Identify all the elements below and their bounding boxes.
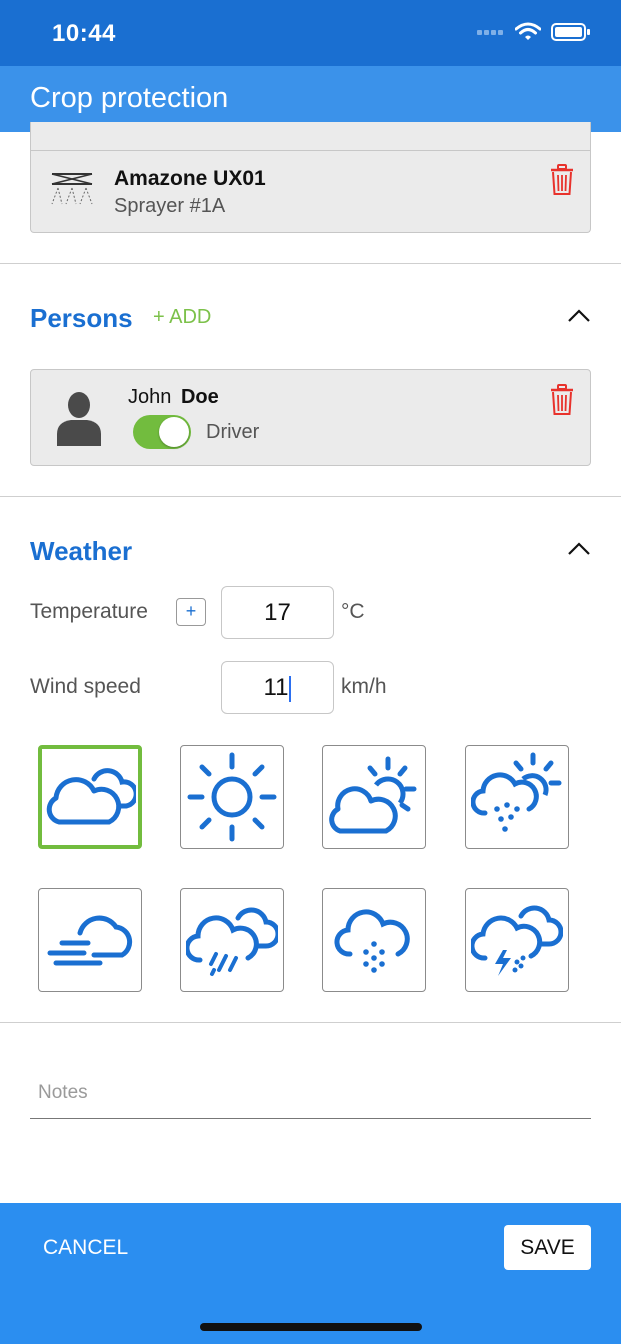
driver-toggle[interactable] (133, 415, 191, 449)
equipment-card[interactable]: Amazone UX01 Sprayer #1A (30, 122, 591, 233)
cellular-signal-icon (477, 30, 503, 35)
delete-equipment-icon[interactable] (550, 164, 574, 196)
thunderstorm-icon (471, 905, 563, 976)
status-icons (477, 22, 591, 42)
temperature-unit: °C (341, 600, 365, 623)
notes-placeholder: Notes (38, 1082, 88, 1103)
delete-person-icon[interactable] (550, 384, 574, 416)
weather-cloudy-button[interactable] (38, 745, 142, 849)
page-title: Crop protection (30, 82, 229, 114)
section-divider (0, 496, 621, 497)
section-divider (0, 1022, 621, 1023)
fog-icon (47, 915, 133, 966)
chevron-up-icon[interactable] (567, 541, 591, 557)
save-button[interactable]: SAVE (504, 1225, 591, 1270)
wind-speed-unit: km/h (341, 675, 387, 698)
status-time: 10:44 (52, 20, 116, 47)
wind-speed-label: Wind speed (30, 675, 141, 698)
person-last-name: Doe (180, 386, 219, 408)
weather-fog-button[interactable] (38, 888, 142, 992)
card-divider (31, 150, 590, 151)
sun-icon (187, 752, 277, 842)
battery-icon (551, 23, 590, 41)
temperature-input[interactable]: 17 (221, 586, 334, 639)
weather-thunderstorm-button[interactable] (465, 888, 569, 992)
weather-snow-button[interactable] (322, 888, 426, 992)
status-bar: 10:44 (0, 0, 621, 66)
weather-rain-button[interactable] (180, 888, 284, 992)
snow-icon (334, 909, 410, 973)
weather-sun-showers-button[interactable] (465, 745, 569, 849)
notes-field[interactable]: Notes (30, 1070, 591, 1119)
wifi-icon (515, 22, 541, 40)
weather-partly-cloudy-button[interactable] (322, 745, 426, 849)
person-first-name: John (128, 386, 172, 408)
home-indicator[interactable] (200, 1323, 422, 1331)
person-card[interactable]: John Doe Driver (30, 369, 591, 466)
person-name: John Doe (128, 386, 219, 409)
add-person-button[interactable]: + ADD (153, 306, 211, 329)
weather-sunny-button[interactable] (180, 745, 284, 849)
persons-section-title: Persons (30, 303, 133, 333)
weather-section-title: Weather (30, 536, 133, 566)
driver-toggle-label: Driver (206, 421, 260, 443)
wind-speed-input[interactable]: 11 (221, 661, 334, 714)
cancel-button[interactable]: CANCEL (43, 1236, 128, 1260)
equipment-subtitle: Sprayer #1A (114, 195, 226, 217)
chevron-up-icon[interactable] (567, 308, 591, 324)
temperature-plus-button[interactable]: + (176, 598, 206, 626)
cloudy-icon (46, 768, 136, 825)
sun-showers-icon (471, 752, 562, 832)
bottom-action-bar: CANCEL SAVE (0, 1203, 621, 1344)
rain-icon (186, 907, 278, 976)
section-divider (0, 263, 621, 264)
sprayer-icon (51, 173, 93, 205)
equipment-name: Amazone UX01 (114, 167, 266, 190)
temperature-label: Temperature (30, 600, 148, 623)
partly-cloudy-icon (329, 756, 417, 834)
person-avatar-icon (57, 392, 101, 446)
